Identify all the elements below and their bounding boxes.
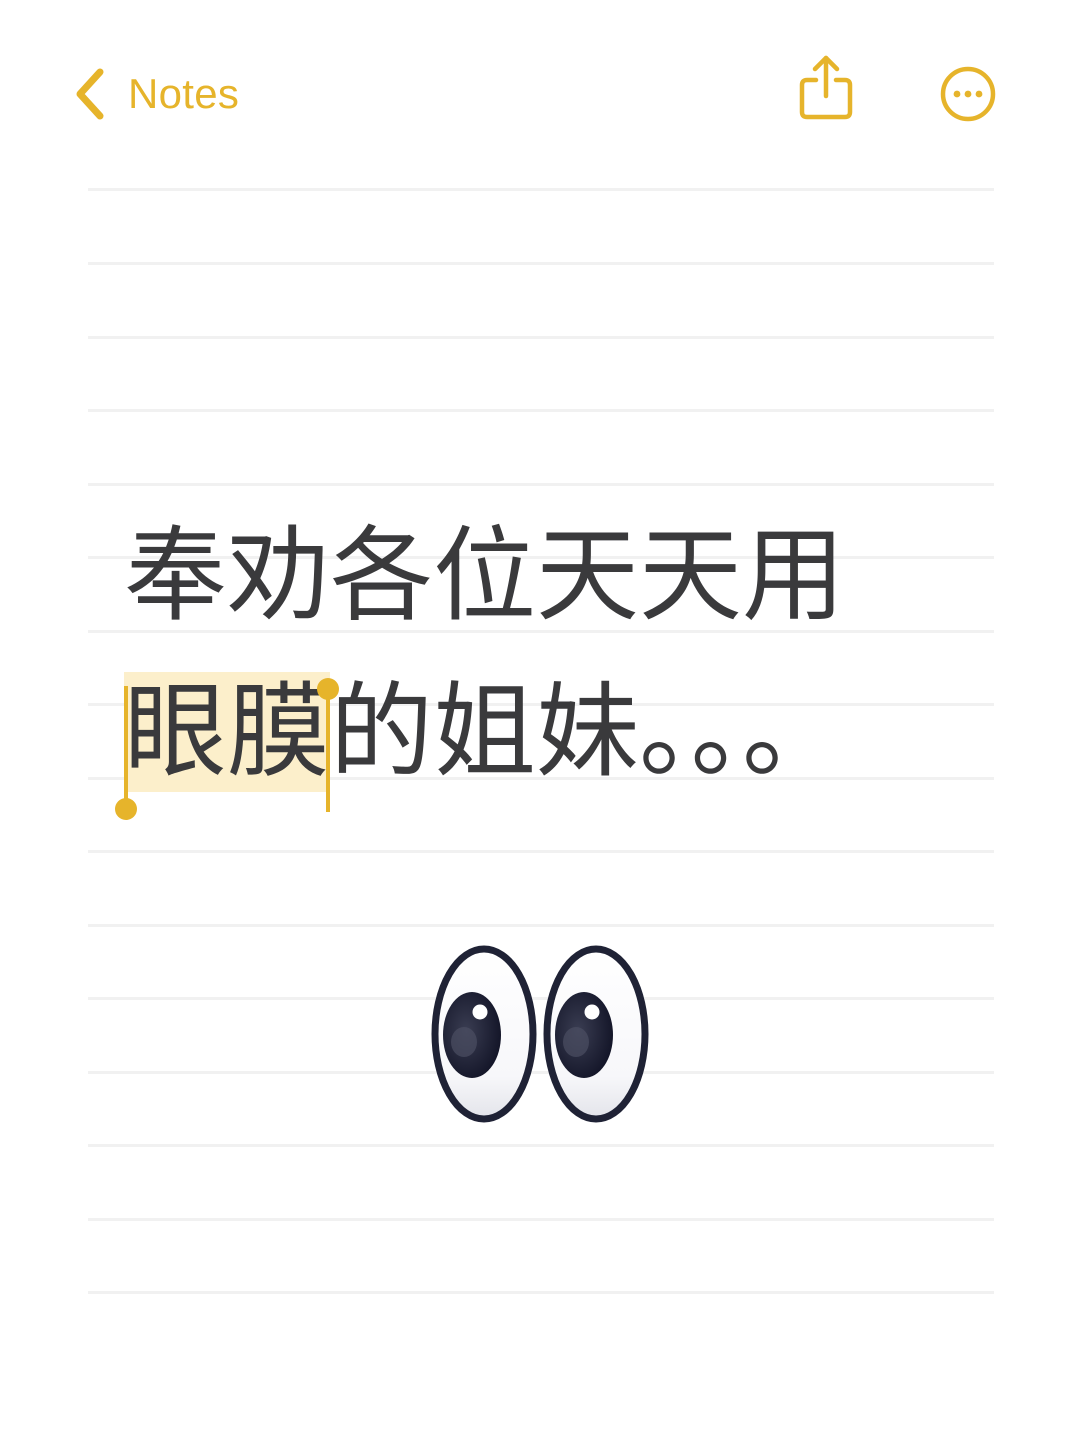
ruled-line [88,483,994,486]
chevron-left-icon [76,68,104,120]
share-button[interactable] [796,52,856,122]
ruled-line [88,924,994,927]
note-text-area[interactable]: 奉劝各位天天用 眼膜 的姐妹。。。 [115,498,1024,820]
selection-start-bar [124,686,128,810]
ruled-line [88,850,994,853]
ruled-line [88,1291,994,1294]
ruled-line [88,336,994,339]
unselected-text: 的姐妹 [330,672,639,792]
back-button-label: Notes [128,70,240,117]
ruled-line [88,1218,994,1221]
ruled-line [88,1144,994,1147]
back-button[interactable]: Notes [70,62,239,126]
note-line-2: 眼膜 的姐妹。。。 [115,654,1024,820]
eyes-icon [431,945,649,1123]
selection-end-handle[interactable] [317,678,339,700]
eyes-emoji [428,942,656,1126]
ruled-line [88,262,994,265]
selected-text: 眼膜 [124,672,330,792]
more-options-button[interactable] [938,64,998,124]
ellipsis-text: 。。。 [639,672,845,792]
selection-end-bar [326,688,330,812]
ruled-line [88,409,994,412]
selection-start-handle[interactable] [115,798,137,820]
share-icon [799,55,853,120]
text-selection[interactable]: 眼膜 [115,672,339,820]
note-line-1: 奉劝各位天天用 [124,516,845,636]
ellipsis-circle-icon [940,66,996,122]
ruled-line [88,188,994,191]
